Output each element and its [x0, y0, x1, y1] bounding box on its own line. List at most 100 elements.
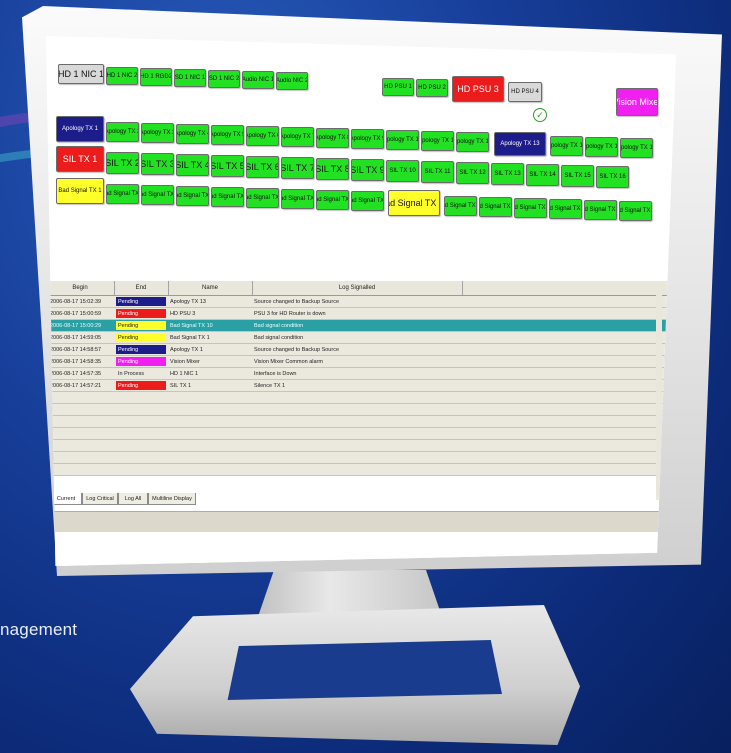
status-tile-apology-tx-4[interactable]: Apology TX 4 [176, 124, 209, 144]
status-tile-panel: HD 1 NIC 1 HD 1 NIC 2 HD 1 RGD2 SD 1 NIC 1S… [46, 36, 676, 281]
log-end-status: Pending [116, 345, 166, 354]
log-begin-cell: 2006-08-17 14:57:35 [50, 370, 102, 377]
status-tile-apology-tx-9[interactable]: Apology TX 9 [351, 129, 384, 149]
log-name-cell: Apology TX 1 [170, 346, 203, 353]
status-tile-bad-signal-tx-11[interactable]: Bad Signal TX 11 [444, 196, 477, 216]
column-header-end[interactable]: End [114, 281, 169, 295]
status-tile-hd-1-rgd2[interactable]: HD 1 RGD2 [140, 68, 172, 86]
status-tile-bad-signal-tx-4[interactable]: Bad Signal TX 4 [176, 186, 209, 206]
status-tile-bad-signal-tx-7[interactable]: Bad Signal TX 7 [281, 189, 314, 209]
log-begin-cell: 2006-08-17 15:00:59 [50, 310, 102, 317]
status-tile-apology-tx-8[interactable]: Apology TX 8 [316, 128, 349, 148]
log-header: Begin End Name Log Signalled [46, 281, 676, 296]
column-header-log-signalled[interactable]: Log Signalled [252, 281, 463, 295]
status-tile-sil-tx-5[interactable]: SIL TX 5 [211, 155, 244, 177]
status-tile-apology-tx-11[interactable]: Apology TX 11 [421, 131, 454, 151]
status-tile-bad-signal-tx-8[interactable]: Bad Signal TX 8 [316, 190, 349, 210]
status-tile-sil-tx-10[interactable]: SIL TX 10 [386, 160, 419, 182]
log-message-cell: Source changed to Backup Source [254, 346, 340, 353]
status-tile-audio-nic-1[interactable]: Audio NIC 1 [242, 71, 274, 89]
status-tile-hd-1-nic-1[interactable]: HD 1 NIC 1 [58, 64, 104, 84]
column-header-begin[interactable]: Begin [46, 281, 115, 295]
log-row[interactable]: 2006-08-17 15:00:59 Pending HD PSU 3 PSU 3 … [46, 308, 676, 320]
status-tile-apology-tx-15[interactable]: Apology TX 15 [585, 137, 618, 157]
status-tile-apology-tx-2[interactable]: Apology TX 2 [106, 122, 139, 142]
status-tile-sil-tx-2[interactable]: SIL TX 2 [106, 152, 139, 174]
log-row-empty [46, 464, 676, 476]
log-name-cell: SIL TX 1 [170, 382, 192, 389]
log-row[interactable]: 2006-08-17 15:00:29 Pending Bad Signal TX … [46, 320, 676, 332]
tab-current[interactable]: Current [50, 493, 82, 505]
status-tile-bad-signal-tx-1[interactable]: Bad Signal TX 1 [56, 178, 104, 204]
status-tile-sil-tx-4[interactable]: SIL TX 4 [176, 154, 209, 176]
status-tile-bad-signal-tx-2[interactable]: Bad Signal TX 2 [106, 184, 139, 204]
tab-log-critical[interactable]: Log Critical [82, 493, 118, 505]
status-tile-apology-tx-3[interactable]: Apology TX 3 [141, 123, 174, 143]
log-row[interactable]: 2006-08-17 14:58:57 Pending Apology TX 1 So… [46, 344, 676, 356]
status-tile-bad-signal-tx-9[interactable]: Bad Signal TX 9 [351, 191, 384, 211]
status-tile-apology-tx-7[interactable]: Apology TX 7 [281, 127, 314, 147]
column-header-name[interactable]: Name [168, 281, 253, 295]
status-tile-sil-tx-15[interactable]: SIL TX 15 [561, 165, 594, 187]
tab-log-all[interactable]: Log All [118, 493, 148, 505]
status-tile-bad-signal-tx-14[interactable]: Bad Signal TX 14 [549, 199, 582, 219]
status-tile-sil-tx-12[interactable]: SIL TX 12 [456, 162, 489, 184]
status-tile-bad-signal-tx-13[interactable]: Bad Signal TX 13 [514, 198, 547, 218]
status-tile-apology-tx-13[interactable]: Apology TX 13 [494, 132, 546, 156]
status-tile-vision-mixer[interactable]: Vision Mixer [616, 88, 658, 116]
status-tile-sil-tx-14[interactable]: SIL TX 14 [526, 164, 559, 186]
status-tile-sil-tx-9[interactable]: SIL TX 9 [351, 159, 384, 181]
status-tile-sd-1-nic-1[interactable]: SD 1 NIC 1 [174, 69, 206, 87]
log-row-empty [46, 392, 676, 404]
status-tile-apology-tx-12[interactable]: Apology TX 12 [456, 132, 489, 152]
status-tile-apology-tx-16[interactable]: Apology TX 16 [620, 138, 653, 158]
log-name-cell: Apology TX 13 [170, 298, 206, 305]
log-row[interactable]: 2006-08-17 15:02:39 Pending Apology TX 13 S… [46, 296, 676, 308]
log-row[interactable]: 2006-08-17 14:57:35 In Process HD 1 NIC 1 I… [46, 368, 676, 380]
log-message-cell: Vision Mixer Common alarm [254, 358, 323, 365]
status-tile-apology-tx-5[interactable]: Apology TX 5 [211, 125, 244, 145]
status-tile-hd-psu-4[interactable]: HD PSU 4 [508, 82, 542, 102]
status-tile-hd-psu-3[interactable]: HD PSU 3 [452, 76, 504, 102]
log-end-status: Pending [116, 321, 166, 330]
status-tile-sil-tx-3[interactable]: SIL TX 3 [141, 153, 174, 175]
log-end-status: Pending [116, 297, 166, 306]
log-name-cell: HD 1 NIC 1 [170, 370, 199, 377]
log-begin-cell: 2006-08-17 14:58:57 [50, 346, 102, 353]
status-tile-apology-tx-6[interactable]: Apology TX 6 [246, 126, 279, 146]
status-tile-bad-signal-tx-3[interactable]: Bad Signal TX 3 [141, 185, 174, 205]
status-tile-apology-tx-1[interactable]: Apology TX 1 [56, 116, 104, 142]
log-begin-cell: 2006-08-17 14:57:21 [50, 382, 102, 389]
status-tile-sil-tx-8[interactable]: SIL TX 8 [316, 158, 349, 180]
log-begin-cell: 2006-08-17 14:59:05 [50, 334, 102, 341]
status-tile-bad-signal-tx-15[interactable]: Bad Signal TX 15 [584, 200, 617, 220]
tab-multiline-display[interactable]: Multiline Display [148, 493, 196, 505]
status-tile-hd-psu-2[interactable]: HD PSU 2 [416, 79, 448, 97]
status-tile-hd-psu-1[interactable]: HD PSU 1 [382, 78, 414, 96]
monitor-screen: HD 1 NIC 1 HD 1 NIC 2 HD 1 RGD2 SD 1 NIC 1S… [46, 36, 676, 566]
status-tile-sil-tx-16[interactable]: SIL TX 16 [596, 166, 629, 188]
status-tile-sil-tx-13[interactable]: SIL TX 13 [491, 163, 524, 185]
status-tile-apology-tx-10[interactable]: Apology TX 10 [386, 130, 419, 150]
status-tile-audio-nic-2[interactable]: Audio NIC 2 [276, 72, 308, 90]
log-row[interactable]: 2006-08-17 14:59:05 Pending Bad Signal TX … [46, 332, 676, 344]
status-tile-bad-signal-tx-16[interactable]: Bad Signal TX 16 [619, 201, 652, 221]
status-tile-sd-1-nic-2[interactable]: SD 1 NIC 2 [208, 70, 240, 88]
status-tile-hd-1-nic-2[interactable]: HD 1 NIC 2 [106, 67, 138, 85]
log-row[interactable]: 2006-08-17 14:58:35 Pending Vision Mixer Vi… [46, 356, 676, 368]
status-tile-sil-tx-7[interactable]: SIL TX 7 [281, 157, 314, 179]
log-row[interactable]: 2006-08-17 14:57:21 Pending SIL TX 1 Silenc… [46, 380, 676, 392]
status-tile-bad-signal-tx-12[interactable]: Bad Signal TX 12 [479, 197, 512, 217]
status-tile-bad-signal-tx-5[interactable]: Bad Signal TX 5 [211, 187, 244, 207]
status-tile-sil-tx-1[interactable]: SIL TX 1 [56, 146, 104, 172]
log-row-empty [46, 440, 676, 452]
status-tile-sil-tx-11[interactable]: SIL TX 11 [421, 161, 454, 183]
status-tile-bad-signal-tx-6[interactable]: Bad Signal TX 6 [246, 188, 279, 208]
log-message-cell: Interface is Down [254, 370, 297, 377]
log-end-status: Pending [116, 333, 166, 342]
log-row-empty [46, 428, 676, 440]
status-tile-sil-tx-6[interactable]: SIL TX 6 [246, 156, 279, 178]
status-tile-apology-tx-14[interactable]: Apology TX 14 [550, 136, 583, 156]
status-tile-bad-signal-tx-10[interactable]: Bad Signal TX 10 [388, 190, 440, 216]
log-end-status: Pending [116, 309, 166, 318]
